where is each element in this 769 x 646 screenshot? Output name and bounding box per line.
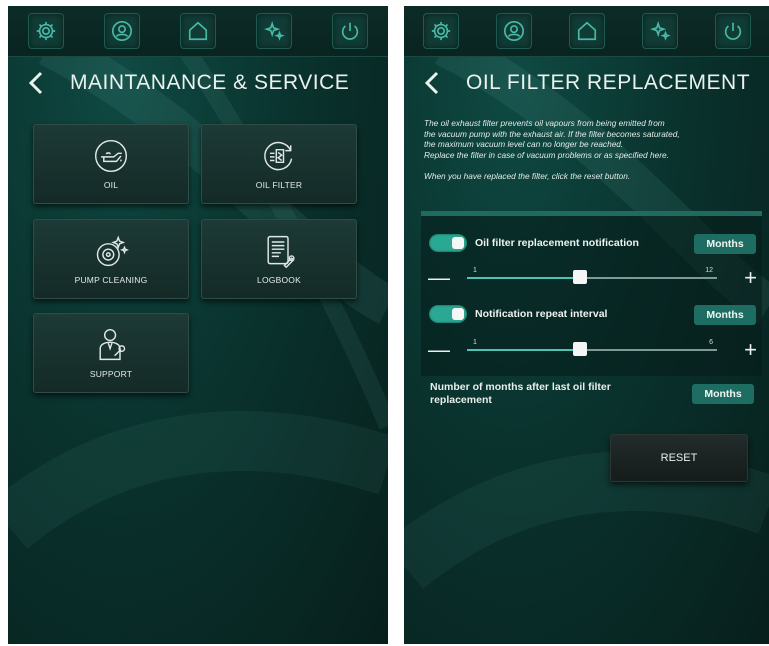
user-button[interactable] [495,13,532,49]
tile-label: SUPPORT [89,369,133,379]
page-header: MAINTANANCE & SERVICE [26,70,349,96]
notification-toggle[interactable] [429,234,467,252]
months-count-label: Number of months after last oil filter r… [430,381,611,406]
oil-filter-replacement-screen: OIL FILTER REPLACEMENT The oil exhaust f… [404,6,769,644]
page-title: MAINTANANCE & SERVICE [70,71,350,94]
page-title: OIL FILTER REPLACEMENT [466,71,751,94]
slider-min-label: 1 [473,267,477,274]
slider-thumb[interactable] [572,342,587,356]
notification-decrease-button[interactable]: — [428,267,450,289]
slider-fill [467,277,580,279]
description-line: The oil exhaust filter prevents oil vapo… [424,118,665,128]
user-icon [503,21,524,41]
months-count-unit-button[interactable]: Months [692,384,754,404]
notification-slider: — 1 12 + [421,264,762,292]
slider-track[interactable]: 1 6 [467,339,717,356]
notification-increase-button[interactable]: + [744,267,757,289]
page-header: OIL FILTER REPLACEMENT [422,70,750,96]
oil-can-icon [94,139,128,173]
logbook-icon [267,235,295,269]
oil-tile[interactable]: OIL [33,124,189,204]
description-text: The oil exhaust filter prevents oil vapo… [424,118,754,182]
power-button[interactable] [714,13,751,49]
support-tile[interactable]: SUPPORT [33,313,189,393]
oil-filter-icon [264,141,293,171]
repeat-decrease-button[interactable]: — [428,339,450,361]
reset-button[interactable]: RESET [610,434,748,482]
chevron-left-icon [424,71,439,95]
power-button[interactable] [332,13,368,49]
back-button[interactable] [26,70,52,96]
repeat-slider: — 1 6 + [421,336,762,364]
repeat-label: Notification repeat interval [475,308,608,320]
user-icon [112,21,132,41]
repeat-unit-button[interactable]: Months [694,305,756,325]
tile-label: OIL FILTER [255,180,303,190]
chevron-left-icon [28,71,43,95]
home-icon [188,21,208,41]
repeat-toggle[interactable] [429,305,467,323]
gear-icon [431,21,450,41]
description-reset-note: When you have replaced the filter, click… [424,171,631,181]
description-line: Replace the filter in case of vacuum pro… [424,149,669,160]
back-button[interactable] [422,70,448,96]
sparkle-icon [264,21,285,41]
gear-icon [36,21,56,41]
pump-cleaning-tile[interactable]: PUMP CLEANING [33,219,189,299]
oil-filter-tile[interactable]: OIL FILTER [201,124,357,204]
pump-cleaning-icon [96,235,129,267]
maintenance-screen: MAINTANANCE & SERVICE OIL OIL FILTER PUM… [8,6,388,644]
home-icon [577,21,596,41]
notification-settings-panel: Oil filter replacement notification Mont… [421,211,762,376]
slider-max-label: 12 [705,267,713,274]
power-icon [341,22,359,40]
notification-row: Oil filter replacement notification [429,234,639,252]
tile-label: OIL [103,180,119,190]
tile-label: PUMP CLEANING [74,275,148,285]
description-line: the vacuum pump with the exhaust air. If… [424,128,680,139]
notification-unit-button[interactable]: Months [694,234,756,254]
slider-max-label: 6 [709,339,713,346]
notification-label: Oil filter replacement notification [475,237,639,249]
repeat-row: Notification repeat interval [429,305,607,323]
slider-track[interactable]: 1 12 [467,267,717,284]
top-bar [404,6,769,57]
tile-label: LOGBOOK [257,275,301,285]
power-icon [724,22,741,40]
top-bar [8,6,388,57]
sparkle-button[interactable] [641,13,678,49]
slider-min-label: 1 [473,339,477,346]
settings-button[interactable] [422,13,459,49]
sparkle-icon [649,21,671,41]
logbook-tile[interactable]: LOGBOOK [201,219,357,299]
slider-thumb[interactable] [572,270,587,284]
support-icon [99,328,126,361]
sparkle-button[interactable] [256,13,292,49]
slider-fill [467,349,580,351]
settings-button[interactable] [28,13,64,49]
home-button[interactable] [568,13,605,49]
home-button[interactable] [180,13,216,49]
description-line: the maximum vacuum level can no longer b… [424,139,624,149]
repeat-increase-button[interactable]: + [744,339,757,361]
user-button[interactable] [104,13,140,49]
